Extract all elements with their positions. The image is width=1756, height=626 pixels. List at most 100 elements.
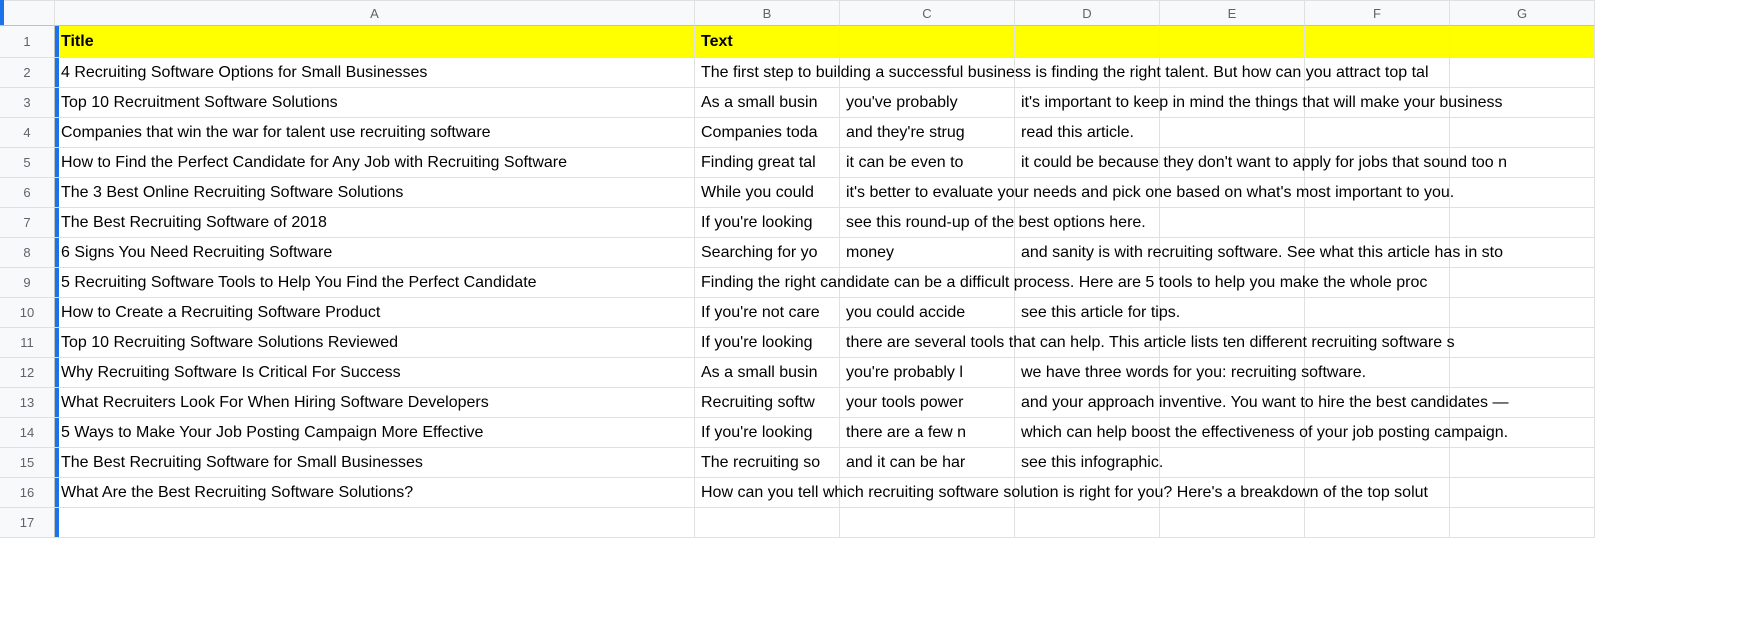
- cell-b6[interactable]: While you could: [695, 178, 840, 208]
- cell-b16[interactable]: How can you tell which recruiting softwa…: [695, 478, 840, 508]
- cell-b5[interactable]: Finding great tal: [695, 148, 840, 178]
- cell-a14[interactable]: 5 Ways to Make Your Job Posting Campaign…: [55, 418, 695, 448]
- cell-f15[interactable]: [1305, 448, 1450, 478]
- cell-a12[interactable]: Why Recruiting Software Is Critical For …: [55, 358, 695, 388]
- cell-a11[interactable]: Top 10 Recruiting Software Solutions Rev…: [55, 328, 695, 358]
- cell-c7[interactable]: see this round-up of the best options he…: [840, 208, 1015, 238]
- row-header-7[interactable]: 7: [0, 208, 55, 238]
- cell-b9[interactable]: Finding the right candidate can be a dif…: [695, 268, 840, 298]
- cell-b7[interactable]: If you're looking: [695, 208, 840, 238]
- cell-b1[interactable]: Text: [695, 26, 840, 58]
- cell-b12[interactable]: As a small busin: [695, 358, 840, 388]
- row-header-4[interactable]: 4: [0, 118, 55, 148]
- row-header-15[interactable]: 15: [0, 448, 55, 478]
- cell-c15[interactable]: and it can be har: [840, 448, 1015, 478]
- cell-c17[interactable]: [840, 508, 1015, 538]
- cell-b17[interactable]: [695, 508, 840, 538]
- row-header-1[interactable]: 1: [0, 26, 55, 58]
- cell-b4[interactable]: Companies toda: [695, 118, 840, 148]
- cell-d5[interactable]: it could be because they don't want to a…: [1015, 148, 1160, 178]
- cell-c12[interactable]: you're probably l: [840, 358, 1015, 388]
- cell-g17[interactable]: [1450, 508, 1595, 538]
- cell-b8[interactable]: Searching for yo: [695, 238, 840, 268]
- cell-f17[interactable]: [1305, 508, 1450, 538]
- cell-a15[interactable]: The Best Recruiting Software for Small B…: [55, 448, 695, 478]
- cell-a10[interactable]: How to Create a Recruiting Software Prod…: [55, 298, 695, 328]
- cell-e10[interactable]: [1160, 298, 1305, 328]
- cell-a1[interactable]: Title: [55, 26, 695, 58]
- cell-d3[interactable]: it's important to keep in mind the thing…: [1015, 88, 1160, 118]
- cell-f7[interactable]: [1305, 208, 1450, 238]
- cell-d8[interactable]: and sanity is with recruiting software. …: [1015, 238, 1160, 268]
- cell-d1[interactable]: [1015, 26, 1160, 58]
- cell-a4[interactable]: Companies that win the war for talent us…: [55, 118, 695, 148]
- cell-g1[interactable]: [1450, 26, 1595, 58]
- cell-b13[interactable]: Recruiting softw: [695, 388, 840, 418]
- row-header-14[interactable]: 14: [0, 418, 55, 448]
- cell-a16[interactable]: What Are the Best Recruiting Software So…: [55, 478, 695, 508]
- cell-a3[interactable]: Top 10 Recruitment Software Solutions: [55, 88, 695, 118]
- cell-d10[interactable]: see this article for tips.: [1015, 298, 1160, 328]
- col-header-f[interactable]: F: [1305, 0, 1450, 26]
- cell-g7[interactable]: [1450, 208, 1595, 238]
- cell-g11[interactable]: [1450, 328, 1595, 358]
- cell-b11[interactable]: If you're looking: [695, 328, 840, 358]
- cell-g4[interactable]: [1450, 118, 1595, 148]
- cell-c13[interactable]: your tools power: [840, 388, 1015, 418]
- col-header-g[interactable]: G: [1450, 0, 1595, 26]
- cell-c5[interactable]: it can be even to: [840, 148, 1015, 178]
- cell-a17[interactable]: [55, 508, 695, 538]
- cell-a2[interactable]: 4 Recruiting Software Options for Small …: [55, 58, 695, 88]
- cell-b10[interactable]: If you're not care: [695, 298, 840, 328]
- cell-c11[interactable]: there are several tools that can help. T…: [840, 328, 1015, 358]
- row-header-3[interactable]: 3: [0, 88, 55, 118]
- cell-d15[interactable]: see this infographic.: [1015, 448, 1160, 478]
- cell-g2[interactable]: [1450, 58, 1595, 88]
- col-header-d[interactable]: D: [1015, 0, 1160, 26]
- row-header-11[interactable]: 11: [0, 328, 55, 358]
- col-header-c[interactable]: C: [840, 0, 1015, 26]
- cell-a13[interactable]: What Recruiters Look For When Hiring Sof…: [55, 388, 695, 418]
- cell-c10[interactable]: you could accide: [840, 298, 1015, 328]
- cell-f1[interactable]: [1305, 26, 1450, 58]
- cell-e1[interactable]: [1160, 26, 1305, 58]
- row-header-17[interactable]: 17: [0, 508, 55, 538]
- cell-f10[interactable]: [1305, 298, 1450, 328]
- row-header-13[interactable]: 13: [0, 388, 55, 418]
- cell-a7[interactable]: The Best Recruiting Software of 2018: [55, 208, 695, 238]
- cell-d14[interactable]: which can help boost the effectiveness o…: [1015, 418, 1160, 448]
- col-header-e[interactable]: E: [1160, 0, 1305, 26]
- cell-e4[interactable]: [1160, 118, 1305, 148]
- row-header-12[interactable]: 12: [0, 358, 55, 388]
- col-header-a[interactable]: A: [55, 0, 695, 26]
- cell-c14[interactable]: there are a few n: [840, 418, 1015, 448]
- row-header-8[interactable]: 8: [0, 238, 55, 268]
- cell-c3[interactable]: you've probably: [840, 88, 1015, 118]
- cell-c8[interactable]: money: [840, 238, 1015, 268]
- cell-b2[interactable]: The first step to building a successful …: [695, 58, 840, 88]
- row-header-6[interactable]: 6: [0, 178, 55, 208]
- cell-b3[interactable]: As a small busin: [695, 88, 840, 118]
- cell-c1[interactable]: [840, 26, 1015, 58]
- cell-a8[interactable]: 6 Signs You Need Recruiting Software: [55, 238, 695, 268]
- cell-g10[interactable]: [1450, 298, 1595, 328]
- cell-a5[interactable]: How to Find the Perfect Candidate for An…: [55, 148, 695, 178]
- cell-e15[interactable]: [1160, 448, 1305, 478]
- cell-a9[interactable]: 5 Recruiting Software Tools to Help You …: [55, 268, 695, 298]
- cell-c6[interactable]: it's better to evaluate your needs and p…: [840, 178, 1015, 208]
- cell-e7[interactable]: [1160, 208, 1305, 238]
- cell-d4[interactable]: read this article.: [1015, 118, 1160, 148]
- cell-c4[interactable]: and they're strug: [840, 118, 1015, 148]
- cell-g6[interactable]: [1450, 178, 1595, 208]
- cell-f4[interactable]: [1305, 118, 1450, 148]
- cell-g15[interactable]: [1450, 448, 1595, 478]
- cell-d12[interactable]: we have three words for you: recruiting …: [1015, 358, 1160, 388]
- row-header-5[interactable]: 5: [0, 148, 55, 178]
- cell-g12[interactable]: [1450, 358, 1595, 388]
- col-header-b[interactable]: B: [695, 0, 840, 26]
- cell-g9[interactable]: [1450, 268, 1595, 298]
- row-header-2[interactable]: 2: [0, 58, 55, 88]
- row-header-10[interactable]: 10: [0, 298, 55, 328]
- cell-e17[interactable]: [1160, 508, 1305, 538]
- row-header-16[interactable]: 16: [0, 478, 55, 508]
